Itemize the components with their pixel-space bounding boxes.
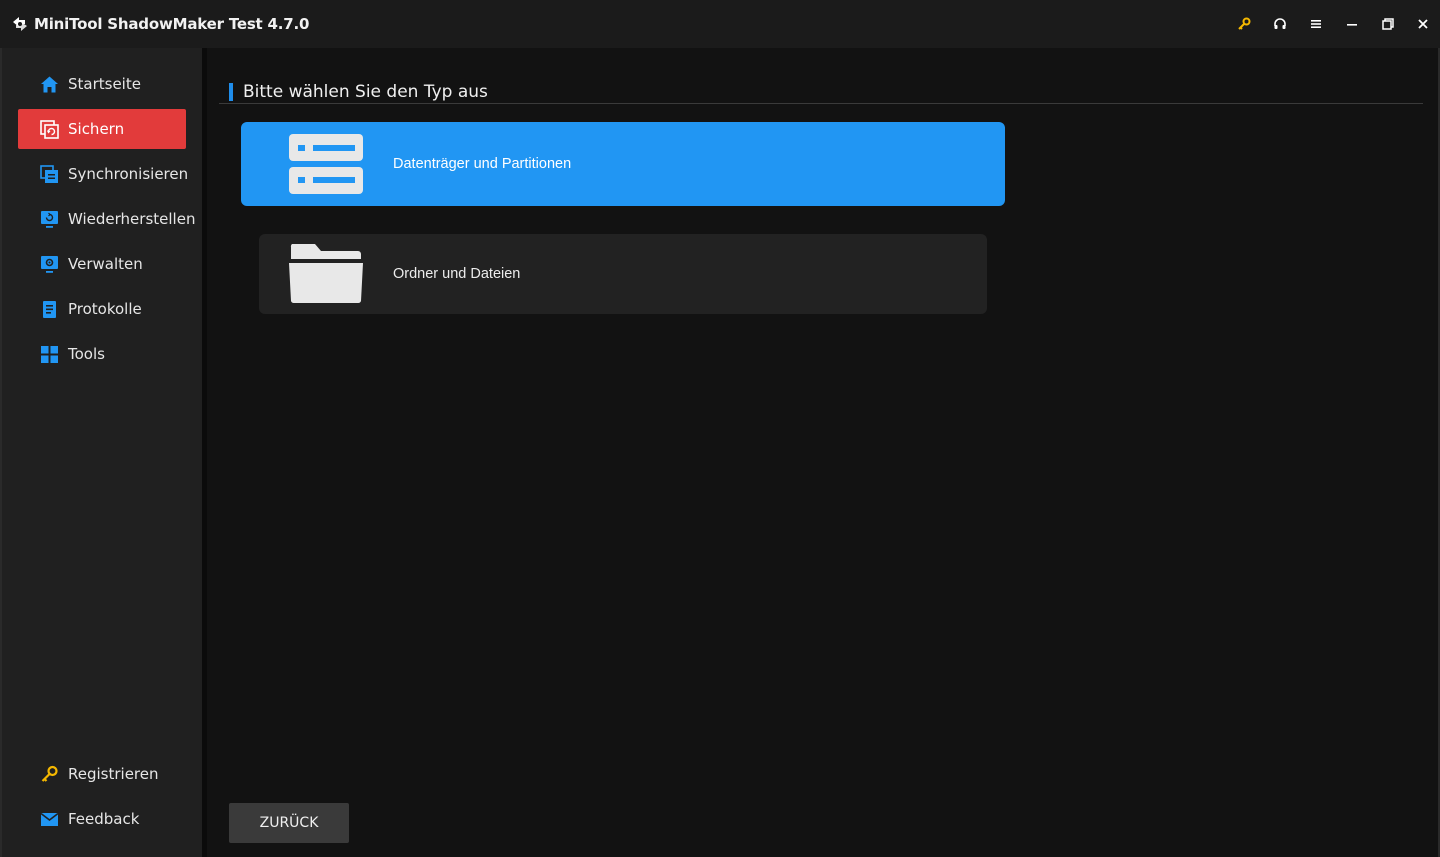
disk-partition-icon — [289, 134, 363, 194]
sync-icon — [40, 165, 58, 183]
sidebar-item-wiederherstellen[interactable]: Wiederherstellen — [18, 199, 195, 239]
sidebar-item-label: Tools — [68, 345, 105, 363]
close-icon[interactable] — [1413, 14, 1433, 34]
tools-grid-icon — [41, 346, 58, 363]
app-logo-icon — [13, 17, 27, 31]
manage-monitor-icon — [41, 256, 58, 273]
restore-monitor-icon — [41, 211, 58, 228]
sidebar-item-protokolle[interactable]: Protokolle — [18, 289, 186, 329]
back-button[interactable]: ZURÜCK — [229, 803, 349, 843]
sidebar-item-tools[interactable]: Tools — [18, 334, 186, 374]
key-icon — [41, 765, 58, 782]
headset-icon[interactable] — [1270, 14, 1290, 34]
option-label: Ordner und Dateien — [393, 266, 521, 282]
option-disks-partitions[interactable]: Datenträger und Partitionen — [241, 122, 1005, 206]
key-icon[interactable] — [1234, 14, 1254, 34]
sidebar-item-sichern[interactable]: Sichern — [18, 109, 186, 149]
sidebar-item-label: Verwalten — [68, 255, 143, 273]
sidebar-item-verwalten[interactable]: Verwalten — [18, 244, 186, 284]
folder-icon — [289, 244, 363, 304]
sidebar-item-label: Registrieren — [68, 765, 159, 783]
home-icon — [41, 76, 58, 93]
sidebar-item-label: Wiederherstellen — [68, 210, 196, 228]
restore-icon[interactable] — [1378, 14, 1398, 34]
app-title: MiniTool ShadowMaker Test 4.7.0 — [34, 15, 310, 33]
option-folders-files[interactable]: Ordner und Dateien — [259, 234, 987, 314]
mail-icon — [40, 812, 59, 826]
sidebar-item-registrieren[interactable]: Registrieren — [18, 754, 186, 794]
page-title: Bitte wählen Sie den Typ aus — [243, 82, 488, 102]
sidebar-item-label: Synchronisieren — [68, 165, 189, 183]
sidebar-item-synchronisieren[interactable]: Synchronisieren — [18, 154, 189, 194]
section-divider — [219, 103, 1423, 104]
sidebar-item-label: Sichern — [68, 120, 125, 138]
option-label: Datenträger und Partitionen — [393, 156, 572, 172]
sidebar-item-startseite[interactable]: Startseite — [18, 64, 186, 104]
backup-icon — [40, 120, 59, 139]
sidebar-item-feedback[interactable]: Feedback — [18, 799, 186, 839]
minimize-icon[interactable] — [1342, 14, 1362, 34]
sidebar-item-label: Startseite — [68, 75, 141, 93]
section-accent-bar — [229, 83, 233, 101]
sidebar-item-label: Feedback — [68, 810, 140, 828]
sidebar-item-label: Protokolle — [68, 300, 142, 318]
title-bar: MiniTool ShadowMaker Test 4.7.0 — [0, 0, 1440, 48]
menu-icon[interactable] — [1306, 14, 1326, 34]
log-document-icon — [43, 301, 56, 318]
